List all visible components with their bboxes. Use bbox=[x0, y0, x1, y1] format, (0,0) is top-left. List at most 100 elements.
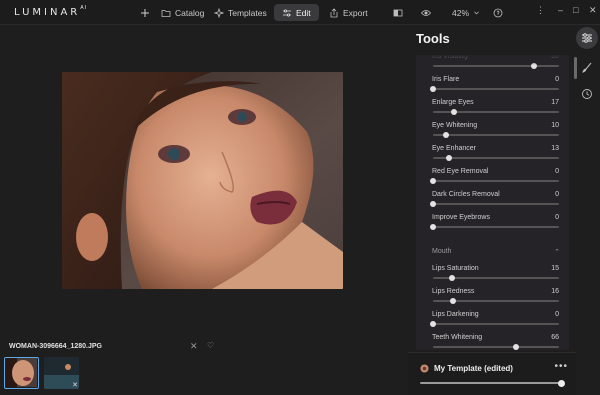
filmstrip-thumb-1[interactable] bbox=[4, 357, 39, 389]
export-tab[interactable]: Export bbox=[329, 4, 368, 21]
tools-title: Tools bbox=[416, 31, 450, 46]
history-button[interactable] bbox=[576, 83, 598, 105]
compare-button[interactable] bbox=[393, 4, 403, 21]
slider-lips-darkening[interactable]: Lips Darkening 0 bbox=[424, 311, 561, 333]
slider-knob[interactable] bbox=[430, 320, 436, 327]
preview-button[interactable] bbox=[421, 4, 431, 21]
portrait-image bbox=[62, 72, 343, 289]
folder-icon bbox=[161, 9, 171, 17]
slider-knob[interactable] bbox=[451, 108, 458, 115]
slider-label: Enlarge Eyes bbox=[432, 99, 474, 106]
help-icon bbox=[493, 8, 503, 17]
slider-track[interactable] bbox=[433, 274, 559, 281]
slider-lips-saturation[interactable]: Lips Saturation 15 bbox=[424, 265, 561, 287]
template-amount-slider[interactable] bbox=[420, 379, 565, 387]
slider-label: Eye Whitening bbox=[432, 122, 478, 129]
slider-dark-circles-removal[interactable]: Dark Circles Removal 0 bbox=[424, 191, 561, 213]
templates-label: Templates bbox=[228, 7, 267, 18]
adjust-icon bbox=[283, 8, 291, 17]
slider-label: Lips Redness bbox=[432, 288, 475, 295]
slider-track[interactable] bbox=[433, 343, 559, 350]
slider-knob[interactable] bbox=[430, 177, 436, 184]
slider-label: Red Eye Removal bbox=[432, 168, 489, 175]
favorite-button[interactable]: ♡ bbox=[207, 341, 214, 350]
zoom-select[interactable]: 42% bbox=[452, 4, 480, 21]
slider-knob[interactable] bbox=[442, 131, 449, 138]
close-window-button[interactable]: ✕ bbox=[589, 5, 597, 16]
brush-tool-button[interactable] bbox=[576, 57, 598, 79]
adjust-tools-button[interactable] bbox=[576, 27, 598, 49]
eye-icon bbox=[421, 9, 431, 16]
mouth-section-header[interactable]: Mouth ⌃ bbox=[432, 248, 562, 256]
slider-value: 15 bbox=[551, 265, 559, 272]
close-image-button[interactable]: ✕ bbox=[190, 341, 198, 352]
slider-label: Dark Circles Removal bbox=[432, 191, 500, 198]
slider-value: 13 bbox=[551, 145, 559, 152]
section-label: Mouth bbox=[432, 248, 452, 255]
slider-label: Lips Saturation bbox=[432, 265, 479, 272]
slider-track[interactable] bbox=[433, 108, 559, 115]
zoom-value: 42% bbox=[452, 7, 470, 18]
slider-label: Improve Eyebrows bbox=[432, 214, 490, 221]
slider-track[interactable] bbox=[430, 177, 559, 184]
slider-improve-eyebrows[interactable]: Improve Eyebrows 0 bbox=[424, 214, 561, 236]
slider-label: Teeth Whitening bbox=[432, 334, 483, 341]
maximize-button[interactable]: □ bbox=[573, 5, 578, 15]
chevron-up-icon[interactable]: ⌃ bbox=[554, 248, 560, 256]
slider-knob[interactable] bbox=[446, 154, 453, 161]
slider-track[interactable] bbox=[430, 200, 559, 207]
slider-red-eye-removal[interactable]: Red Eye Removal 0 bbox=[424, 168, 561, 190]
slider-iris-flare[interactable]: Iris Flare 0 bbox=[424, 76, 561, 98]
brush-icon bbox=[582, 62, 592, 73]
slider-track[interactable] bbox=[430, 320, 559, 327]
slider-value: 16 bbox=[551, 288, 559, 295]
slider-label: Iris Flare bbox=[432, 76, 460, 83]
minimize-button[interactable]: – bbox=[558, 5, 563, 15]
remove-thumb-button[interactable]: ✕ bbox=[72, 381, 78, 389]
slider-knob[interactable] bbox=[430, 85, 436, 92]
template-more-button[interactable]: ••• bbox=[554, 361, 568, 372]
app-logo: LUMINARAI bbox=[14, 5, 88, 18]
export-icon bbox=[330, 7, 338, 17]
slider-value: 0 bbox=[555, 168, 559, 175]
edit-tab[interactable]: Edit bbox=[274, 4, 319, 21]
template-amount-knob[interactable] bbox=[557, 379, 565, 387]
slider-track[interactable] bbox=[433, 154, 559, 161]
slider-track[interactable] bbox=[433, 131, 559, 138]
slider-knob[interactable] bbox=[430, 200, 436, 207]
top-bar: LUMINARAI Catalog Templates Edit Export … bbox=[0, 0, 600, 25]
slider-eye-enhancer[interactable]: Eye Enhancer 13 bbox=[424, 145, 561, 167]
add-button[interactable] bbox=[140, 4, 150, 21]
slider-enlarge-eyes[interactable]: Enlarge Eyes 17 bbox=[424, 99, 561, 121]
edit-label: Edit bbox=[296, 7, 311, 18]
slider-track[interactable] bbox=[430, 85, 559, 92]
slider-eye-whitening[interactable]: Eye Whitening 10 bbox=[424, 122, 561, 144]
slider-value: 10 bbox=[551, 122, 559, 129]
slider-knob[interactable] bbox=[450, 297, 457, 304]
export-label: Export bbox=[343, 7, 368, 18]
filename-label: WOMAN-3096664_1280.JPG bbox=[9, 343, 102, 350]
slider-lips-redness[interactable]: Lips Redness 16 bbox=[424, 288, 561, 310]
slider-track[interactable] bbox=[430, 223, 559, 230]
slider-knob[interactable] bbox=[448, 274, 455, 281]
filmstrip-thumb-2[interactable]: ✕ bbox=[44, 357, 79, 389]
slider-value: 0 bbox=[555, 214, 559, 221]
plus-icon bbox=[141, 8, 149, 17]
help-button[interactable] bbox=[493, 4, 503, 21]
templates-tab[interactable]: Templates bbox=[214, 4, 267, 21]
slider-value: 0 bbox=[555, 76, 559, 83]
slider-label: Eye Enhancer bbox=[432, 145, 476, 152]
slider-value: 0 bbox=[555, 191, 559, 198]
slider-value: 17 bbox=[551, 99, 559, 106]
slider-knob[interactable] bbox=[513, 343, 520, 350]
template-name: My Template (edited) bbox=[434, 364, 513, 373]
sliders-icon bbox=[582, 33, 592, 43]
slider-track[interactable] bbox=[433, 62, 559, 69]
slider-value: 66 bbox=[551, 334, 559, 341]
slider-track[interactable] bbox=[433, 297, 559, 304]
catalog-tab[interactable]: Catalog bbox=[161, 4, 204, 21]
slider-knob[interactable] bbox=[430, 223, 436, 230]
main-photo[interactable] bbox=[62, 72, 343, 289]
slider-teeth-whitening[interactable]: Teeth Whitening 66 bbox=[424, 334, 561, 350]
more-menu-button[interactable]: ⋮ bbox=[536, 5, 545, 16]
